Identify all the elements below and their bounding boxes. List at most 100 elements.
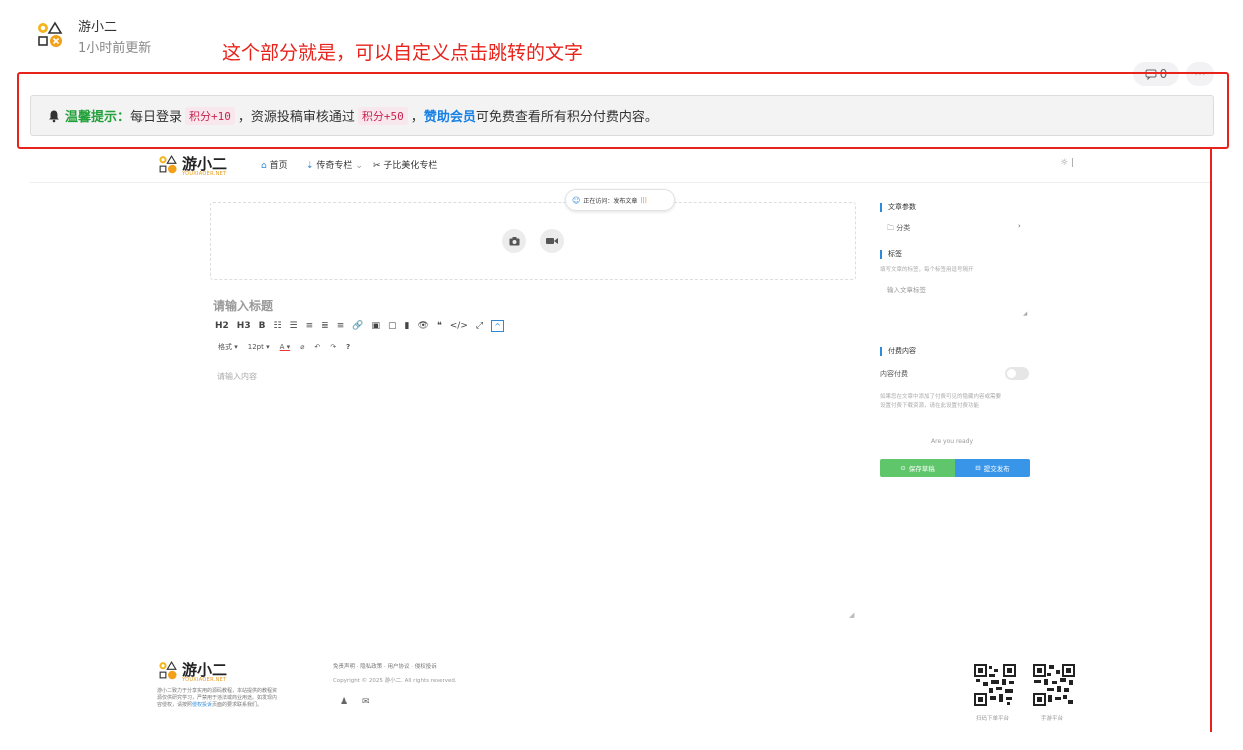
save-draft-button[interactable]: ⊙ 保存草稿 bbox=[880, 459, 955, 477]
category-selector[interactable]: 🗀 分类 bbox=[887, 223, 910, 235]
resize-handle-icon[interactable]: ◢ bbox=[849, 611, 854, 619]
bullet-list-icon[interactable]: ☷ bbox=[273, 321, 281, 331]
section-paid-content: 付费内容 bbox=[880, 346, 916, 356]
collapse-toolbar-icon[interactable]: ^ bbox=[491, 320, 505, 332]
link-icon[interactable]: 🔗 bbox=[352, 321, 363, 331]
download-icon[interactable]: ▮ bbox=[405, 321, 410, 331]
help-icon[interactable]: ? bbox=[346, 343, 350, 351]
resize-handle-icon: ◢ bbox=[1023, 311, 1028, 317]
annotation-line bbox=[1210, 148, 1212, 732]
copyright: Copyright © 2025 游小二. All rights reserve… bbox=[333, 678, 457, 684]
send-icon: ⊟ bbox=[975, 464, 981, 472]
tags-hint: 填写文章的标签，每个标签用逗号隔开 bbox=[880, 267, 974, 273]
publish-label: 提交发布 bbox=[983, 465, 1010, 473]
chat-bot-icon: ☺ bbox=[572, 195, 581, 205]
qr-code-1 bbox=[974, 664, 1016, 706]
video-icon[interactable]: ▢ bbox=[388, 321, 397, 331]
nav-item-label: 子比美化专栏 bbox=[383, 161, 438, 171]
clear-format-icon[interactable]: ⌀ bbox=[300, 343, 304, 351]
section-title: 付费内容 bbox=[888, 347, 916, 355]
nav-item-legend-column[interactable]: ⇣ 传奇专栏 ⌄ bbox=[306, 158, 363, 171]
qr-code-2 bbox=[1033, 664, 1075, 706]
align-right-icon[interactable]: ≡ bbox=[337, 321, 345, 331]
footer-description: 游小二致力于分享实用的源码教程，本站提供的教程资 源仅供研究学习，严禁用于违法或… bbox=[157, 688, 307, 709]
paid-content-toggle[interactable] bbox=[1005, 367, 1029, 380]
tags-placeholder: 输入文章标签 bbox=[887, 286, 926, 294]
footer-desc-line: 容侵权，请按照 bbox=[157, 702, 193, 708]
camera-icon bbox=[509, 236, 519, 245]
paid-toggle-label: 内容付费 bbox=[880, 370, 908, 378]
ready-text: Are you ready bbox=[931, 438, 974, 445]
toolbar-bold-button[interactable]: B bbox=[259, 321, 266, 331]
check-circle-icon: ⊙ bbox=[900, 464, 906, 472]
footer-logo-icon bbox=[159, 661, 177, 680]
footer-complaint-link[interactable]: 侵权投诉 bbox=[192, 702, 212, 708]
quote-icon[interactable]: ❝ bbox=[437, 321, 442, 331]
annotation-text: 这个部分就是，可以自定义点击跳转的文字 bbox=[222, 42, 584, 64]
code-icon[interactable]: </> bbox=[450, 321, 468, 331]
nav-item-label: 首页 bbox=[269, 161, 288, 171]
section-tags: 标签 bbox=[880, 249, 902, 259]
annotation-highlight-box bbox=[17, 72, 1229, 149]
chevron-down-icon: ⌄ bbox=[355, 161, 363, 171]
post-author[interactable]: 游小二 bbox=[78, 16, 117, 35]
editor-toolbar-primary: H2 H3 B ☷ ☰ ≡ ≣ ≡ 🔗 ▣ ▢ ▮ 👁 ❝ </> ⤢ ^ bbox=[215, 320, 505, 332]
align-center-icon[interactable]: ≣ bbox=[321, 321, 329, 331]
redo-icon[interactable]: ↷ bbox=[330, 343, 336, 351]
status-text: 正在访问：发布文章 bbox=[583, 197, 638, 205]
nav-logo-subtitle: YOUXIAOER.NET bbox=[182, 171, 227, 177]
image-icon[interactable]: ▣ bbox=[371, 321, 380, 331]
font-size-select[interactable]: 12pt ▾ bbox=[248, 343, 270, 351]
footer-logo-subtitle: YOUXIAOER.NET bbox=[182, 677, 227, 683]
section-marker bbox=[880, 249, 882, 259]
section-marker bbox=[880, 202, 882, 212]
category-label: 分类 bbox=[896, 224, 911, 232]
fullscreen-icon[interactable]: ⤢ bbox=[476, 321, 483, 331]
section-article-params: 文章参数 bbox=[880, 202, 916, 212]
paid-hint-line-1: 如果您在文章中添加了付费可见的隐藏内容或需要 bbox=[880, 394, 1002, 400]
align-left-icon[interactable]: ≡ bbox=[306, 321, 314, 331]
audio-bars-icon: ||| bbox=[640, 196, 647, 204]
title-input[interactable]: 请输入标题 bbox=[213, 297, 273, 314]
toolbar-h3-button[interactable]: H3 bbox=[237, 321, 251, 331]
mail-icon[interactable]: ✉ bbox=[362, 697, 370, 707]
section-title: 标签 bbox=[888, 250, 902, 258]
nav-logo-icon bbox=[159, 155, 177, 174]
save-draft-label: 保存草稿 bbox=[908, 465, 935, 473]
theme-toggle-icon[interactable]: ☼ | bbox=[1060, 158, 1074, 168]
magic-wand-icon: ✂ bbox=[373, 161, 381, 171]
numbered-list-icon[interactable]: ☰ bbox=[290, 321, 298, 331]
home-icon: ⌂ bbox=[261, 161, 267, 171]
post-updated-time: 1小时前更新 bbox=[78, 41, 152, 56]
footer-desc-line: 页面的要求联系我们。 bbox=[212, 702, 263, 708]
chevron-right-icon[interactable]: › bbox=[1018, 222, 1021, 230]
pin-icon: ⇣ bbox=[306, 161, 314, 171]
toolbar-h2-button[interactable]: H2 bbox=[215, 321, 229, 331]
text-color-button[interactable]: A ▾ bbox=[280, 343, 291, 351]
qq-icon[interactable]: ♟ bbox=[340, 697, 348, 707]
section-title: 文章参数 bbox=[888, 203, 916, 211]
video-camera-icon bbox=[546, 238, 558, 244]
nav-item-label: 传奇专栏 bbox=[316, 161, 353, 171]
section-marker bbox=[880, 346, 882, 356]
publish-button[interactable]: ⊟ 提交发布 bbox=[955, 459, 1030, 477]
site-logo-icon bbox=[38, 21, 63, 47]
eye-icon[interactable]: 👁 bbox=[417, 321, 428, 331]
footer-links[interactable]: 免责声明 · 隐私政策 · 用户协议 · 侵权投诉 bbox=[333, 662, 437, 670]
footer-desc-line: 游小二致力于分享实用的源码教程，本站提供的教程资 bbox=[157, 688, 278, 694]
undo-icon[interactable]: ↶ bbox=[314, 343, 320, 351]
paid-hint-line-2: 设置付费下载资源，请在此设置付费功能 bbox=[880, 403, 980, 409]
status-chip: ☺ 正在访问：发布文章 ||| bbox=[565, 189, 675, 211]
content-editor[interactable]: 请输入内容 bbox=[217, 371, 257, 382]
nav-item-home[interactable]: ⌂ 首页 bbox=[261, 158, 288, 171]
qr-label-1: 扫码下单平台 bbox=[976, 716, 1010, 722]
upload-area[interactable] bbox=[210, 202, 856, 280]
nav-item-beautify-column[interactable]: ✂ 子比美化专栏 bbox=[373, 158, 437, 171]
image-upload-button[interactable] bbox=[502, 229, 526, 253]
footer-desc-line: 源仅供研究学习，严禁用于违法或商业用途。如发现内 bbox=[157, 695, 278, 701]
format-select[interactable]: 格式 ▾ bbox=[218, 342, 238, 352]
editor-toolbar-secondary: 格式 ▾ 12pt ▾ A ▾ ⌀ ↶ ↷ ? bbox=[218, 342, 350, 352]
folder-icon: 🗀 bbox=[887, 224, 894, 232]
qr-label-2: 手游平台 bbox=[1041, 716, 1064, 722]
video-upload-button[interactable] bbox=[540, 229, 564, 253]
